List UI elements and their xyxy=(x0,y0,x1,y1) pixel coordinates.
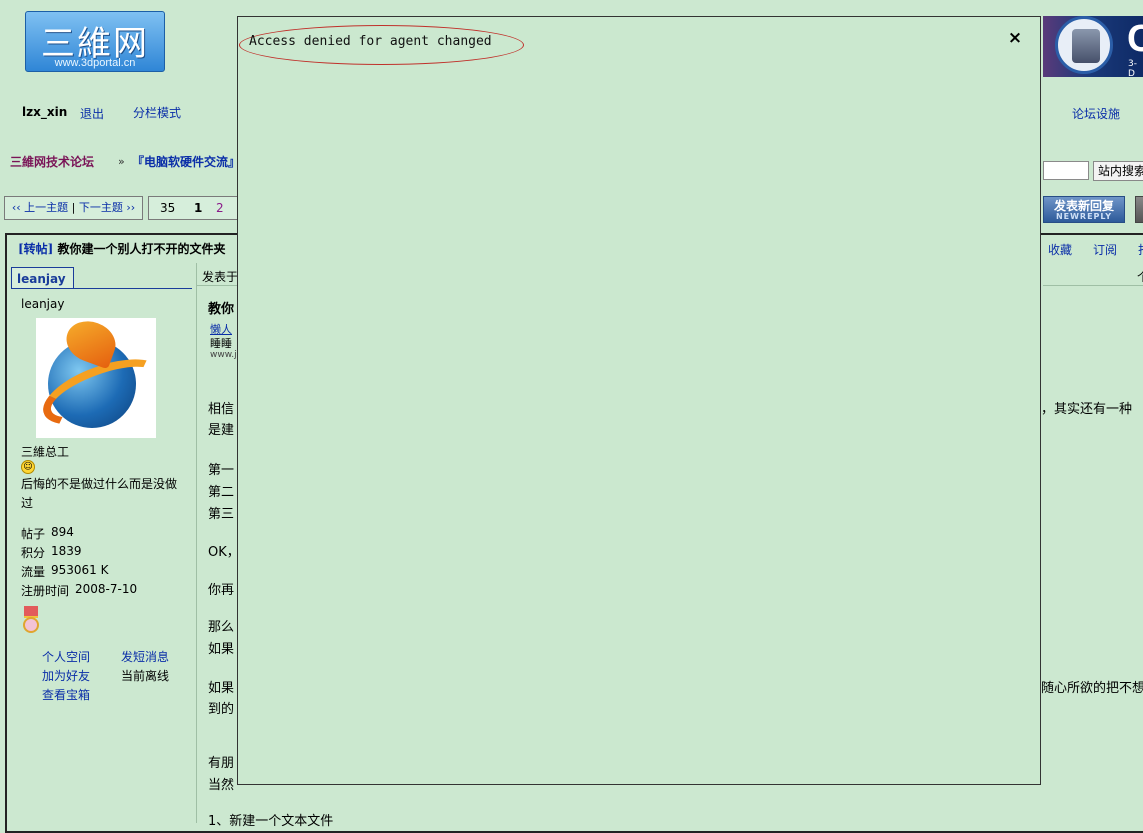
posted-at-label: 发表于 xyxy=(202,270,239,284)
thread-title-text: 教你建一个别人打不开的文件夹 xyxy=(57,242,226,256)
post-line: 1、新建一个文本文件 xyxy=(208,814,334,829)
post-line-right: ，其实还有一种 xyxy=(1041,402,1133,417)
post-line: OK， xyxy=(208,545,240,560)
author-avatar xyxy=(34,314,172,438)
logo-url: www.3dportal.cn xyxy=(54,57,136,69)
send-message-link[interactable]: 发短消息 xyxy=(121,648,169,665)
new-thread-button[interactable] xyxy=(1135,196,1143,223)
breadcrumb-home[interactable]: 三維网技术论坛 xyxy=(10,153,94,170)
view-treasure-link[interactable]: 查看宝箱 xyxy=(42,686,90,703)
page-current: 1 xyxy=(194,201,203,215)
favorite-link[interactable]: 收藏 xyxy=(1048,241,1072,258)
author-signature: 后悔的不是做过什么而是没做过 xyxy=(21,477,178,510)
thread-title: [转帖] 教你建一个别人打不开的文件夹 xyxy=(18,240,226,257)
banner-letter: C xyxy=(1127,18,1143,60)
logout-link[interactable]: 退出 xyxy=(80,105,104,122)
access-denied-dialog: Access denied for agent changed × xyxy=(237,16,1041,785)
post-header-rule-right xyxy=(1043,285,1143,286)
page-total: 35 xyxy=(160,201,176,215)
source-text: 睡睡 xyxy=(210,337,232,350)
post-line-right: 随心所欲的把不想 xyxy=(1041,681,1143,696)
thread-navigation: ‹‹ 上一主题 | 下一主题 ›› xyxy=(4,196,143,220)
post-line: 是建 xyxy=(208,423,235,438)
post-line: 第一 xyxy=(208,463,235,478)
thread-nav-separator: | xyxy=(71,201,76,214)
site-logo[interactable]: 三維网 www.3dportal.cn xyxy=(25,11,165,72)
search-input[interactable] xyxy=(1043,161,1089,180)
post-line: 相信 xyxy=(208,402,235,417)
source-url: www.j xyxy=(210,350,237,360)
breadcrumb-separator: » xyxy=(118,155,125,168)
new-reply-button[interactable]: 发表新回复 NEWREPLY xyxy=(1043,196,1125,223)
post-line: 第二 xyxy=(208,485,235,500)
subscribe-link[interactable]: 订阅 xyxy=(1093,241,1117,258)
new-reply-sublabel: NEWREPLY xyxy=(1055,212,1113,221)
username[interactable]: lzx_xin xyxy=(22,105,67,119)
post-line: 到的 xyxy=(208,702,235,717)
column-divider xyxy=(196,263,197,823)
new-reply-label: 发表新回复 xyxy=(1053,199,1114,213)
access-denied-message: Access denied for agent changed xyxy=(249,34,492,49)
site-search-button[interactable]: 站内搜索 xyxy=(1093,161,1143,181)
add-friend-link[interactable]: 加为好友 xyxy=(42,667,90,684)
online-status: 当前离线 xyxy=(121,669,170,683)
stat-traffic-label: 流量 xyxy=(21,565,46,579)
next-thread-link[interactable]: 下一主题 ›› xyxy=(79,201,135,214)
author-rank: 三維总工 xyxy=(21,445,70,459)
post-line: 那么 xyxy=(208,620,235,635)
stat-regdate-value: 2008-7-10 xyxy=(75,582,138,596)
close-icon[interactable]: × xyxy=(1005,28,1025,48)
author-tab-underline xyxy=(11,288,192,289)
post-line: 如果 xyxy=(208,681,235,696)
post-heading: 教你 xyxy=(208,302,235,317)
post-line: 有朋 xyxy=(208,756,235,771)
print-link[interactable]: 打 xyxy=(1138,241,1143,258)
post-line: 当然 xyxy=(208,778,235,793)
banner-product-image xyxy=(1055,16,1113,74)
forum-facilities-link[interactable]: 论坛设施 xyxy=(1072,105,1120,122)
prev-thread-link[interactable]: ‹‹ 上一主题 xyxy=(12,201,68,214)
personal-space-link[interactable]: 个人空间 xyxy=(42,648,90,665)
top-banner-ad[interactable]: C 3-D xyxy=(1043,16,1143,79)
author-tab[interactable]: leanjay xyxy=(11,267,74,288)
post-header-rule xyxy=(197,285,238,286)
stat-points-value: 1839 xyxy=(51,544,82,558)
split-mode-link[interactable]: 分栏模式 xyxy=(133,104,181,121)
stat-traffic-value: 953061 K xyxy=(51,563,109,577)
banner-tag: 3-D xyxy=(1128,59,1137,79)
pagination: 35 1 2 xyxy=(148,196,238,220)
post-line: 如果 xyxy=(208,642,235,657)
breadcrumb-section[interactable]: 『电脑软硬件交流』 xyxy=(132,153,240,170)
post-line: 你再 xyxy=(208,583,235,598)
stat-posts-label: 帖子 xyxy=(21,527,46,541)
stat-points-label: 积分 xyxy=(21,546,46,560)
stat-posts-value: 894 xyxy=(51,525,74,539)
thread-prefix: [转帖] xyxy=(18,242,54,256)
stat-regdate-label: 注册时间 xyxy=(21,584,70,598)
author-name: leanjay xyxy=(21,297,65,311)
medal-icon[interactable] xyxy=(21,606,41,638)
page-2-link[interactable]: 2 xyxy=(216,197,224,219)
smiley-icon: ☺ xyxy=(21,460,35,474)
post-line: 第三 xyxy=(208,507,235,522)
floor-number: 个 xyxy=(1137,268,1143,285)
